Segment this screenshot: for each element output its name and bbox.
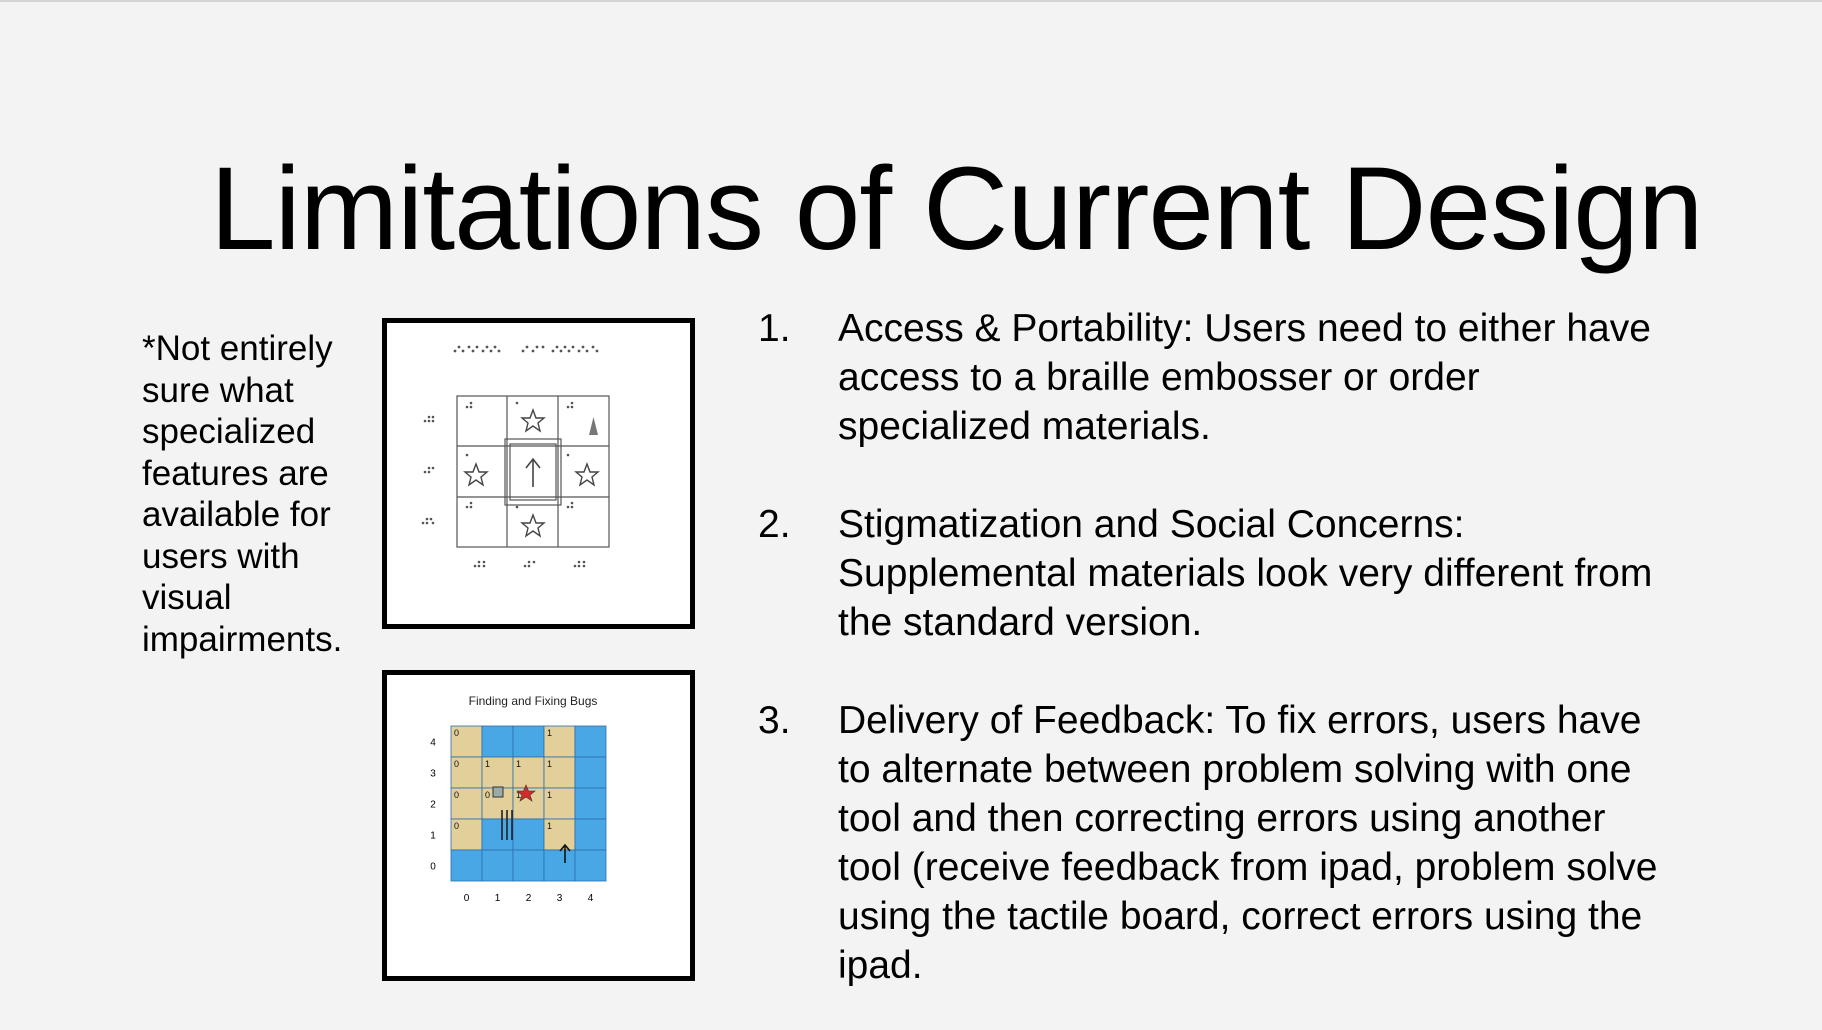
cell-number: 0 — [454, 821, 459, 831]
braille-board-drawing — [421, 345, 610, 568]
slide: Limitations of Current Design *Not entir… — [0, 0, 1822, 1030]
y-axis-label: 1 — [430, 831, 436, 842]
star-icon — [520, 408, 546, 433]
limitations-list: 1. Access & Portability: Users need to e… — [758, 304, 1658, 1030]
list-text: Access & Portability: Users need to eith… — [838, 307, 1651, 448]
grid-cell — [574, 787, 607, 820]
y-axis-label: 2 — [430, 800, 436, 811]
cell-number: 0 — [485, 790, 490, 800]
gem-square-icon — [492, 786, 504, 798]
grid-cell — [512, 849, 545, 882]
braille-header-dots — [453, 345, 599, 353]
x-axis-label: 0 — [464, 893, 470, 904]
grid-cell — [543, 849, 576, 882]
y-axis-label: 4 — [430, 738, 436, 749]
cell-number: 0 — [454, 728, 459, 738]
side-note: *Not entirely sure what specialized feat… — [142, 329, 343, 659]
cell-number: 1 — [547, 790, 552, 800]
grid-cell — [574, 818, 607, 851]
star-icon — [520, 513, 546, 538]
bug-board-drawing: Finding and Fixing Bugs 0 1 0 1 1 1 0 0 1 1 0 1 0 1 2… — [430, 694, 607, 904]
grid-cell — [574, 756, 607, 789]
cell-number: 0 — [454, 759, 459, 769]
cell-number: 0 — [454, 790, 459, 800]
cell-number: 1 — [485, 759, 490, 769]
grid-cell — [574, 725, 607, 758]
grid-cell — [481, 725, 514, 758]
star-icon — [574, 462, 600, 487]
bug-board-figure: Finding and Fixing Bugs 0 1 0 1 1 1 0 0 1 1 0 1 0 1 2… — [382, 670, 695, 981]
list-item: 3. Delivery of Feedback: To fix errors, … — [758, 696, 1658, 990]
slide-title: Limitations of Current Design — [210, 143, 1704, 275]
list-text: Delivery of Feedback: To fix errors, use… — [838, 699, 1658, 987]
x-axis-label: 2 — [526, 893, 532, 904]
y-axis-label: 3 — [430, 769, 436, 780]
list-number: 1. — [758, 307, 791, 350]
grid-cell — [481, 849, 514, 882]
arrow-up-icon — [525, 457, 541, 487]
x-axis-label: 4 — [588, 893, 594, 904]
bug-board-title: Finding and Fixing Bugs — [469, 694, 598, 708]
list-number: 2. — [758, 503, 791, 546]
list-item: 2. Stigmatization and Social Concerns: S… — [758, 500, 1658, 647]
cell-number: 1 — [547, 728, 552, 738]
cell-number: 1 — [547, 821, 552, 831]
list-text: Stigmatization and Social Concerns: Supp… — [838, 503, 1653, 644]
grid-cell — [512, 818, 545, 851]
list-number: 3. — [758, 699, 791, 742]
cell-number: 1 — [516, 759, 521, 769]
list-item: 1. Access & Portability: Users need to e… — [758, 304, 1658, 451]
grid-cell — [450, 849, 483, 882]
grid-cell — [481, 818, 514, 851]
y-axis-label: 0 — [430, 862, 436, 873]
grid-cell — [574, 849, 607, 882]
grid-cell — [512, 725, 545, 758]
braille-board-figure — [382, 318, 695, 629]
star-icon — [463, 462, 489, 487]
x-axis-label: 3 — [557, 893, 563, 904]
triangle-icon — [589, 417, 598, 435]
cell-number: 1 — [547, 759, 552, 769]
x-axis-label: 1 — [495, 893, 501, 904]
